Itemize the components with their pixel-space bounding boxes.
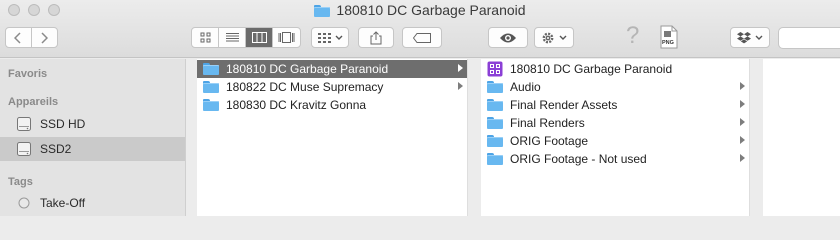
column-item[interactable]: 180830 DC Kravitz Gonna <box>197 96 467 114</box>
column-item[interactable]: Final Renders <box>481 114 749 132</box>
tag-circle-icon <box>18 197 30 209</box>
disk-icon <box>17 142 31 156</box>
eye-icon <box>500 33 516 42</box>
folder-icon <box>487 99 503 111</box>
sidebar-item-ssd-hd[interactable]: SSD HD <box>0 112 185 136</box>
sidebar-item-ssd2[interactable]: SSD2 <box>0 137 185 161</box>
sidebar-section-tags: Tags <box>8 176 33 188</box>
help-icon: ? <box>626 22 640 49</box>
folder-icon <box>487 135 503 147</box>
action-menu-button[interactable] <box>534 27 574 48</box>
sidebar-section-favoris: Favoris <box>8 68 48 80</box>
folder-icon <box>487 117 503 129</box>
navigation-buttons <box>5 27 58 48</box>
view-mode-control <box>191 27 301 48</box>
chevron-down-icon <box>335 35 342 40</box>
disclosure-arrow-icon <box>740 136 745 144</box>
column-item-label: Final Renders <box>510 116 585 130</box>
sidebar: Favoris Appareils SSD HD SSD2 Tags Take-… <box>0 59 186 216</box>
browser-column-3[interactable] <box>763 59 840 216</box>
sidebar-item-label: SSD HD <box>40 117 86 131</box>
gear-icon <box>542 32 554 43</box>
dropbox-icon <box>737 31 751 43</box>
chevron-right-icon <box>41 31 49 44</box>
quick-look-button[interactable] <box>488 27 528 48</box>
edit-tags-button[interactable] <box>402 27 442 48</box>
column-view-button[interactable] <box>246 28 273 47</box>
dropbox-menu-button[interactable] <box>730 27 770 48</box>
column-item-label: ORIG Footage <box>510 134 589 148</box>
column-item-label: 180830 DC Kravitz Gonna <box>226 98 367 112</box>
arrange-dropdown[interactable] <box>311 27 349 48</box>
browser-column-2: 180810 DC Garbage Paranoid Audio Final R… <box>481 59 750 216</box>
disclosure-arrow-icon <box>740 100 745 108</box>
folder-icon <box>487 153 503 165</box>
png-file-button[interactable]: PNG <box>660 25 678 49</box>
column-item[interactable]: Final Render Assets <box>481 96 749 114</box>
disclosure-arrow-icon <box>458 82 463 90</box>
help-button[interactable]: ? <box>626 22 639 50</box>
column-item-label: 180810 DC Garbage Paranoid <box>510 62 673 76</box>
folder-icon <box>487 81 503 93</box>
window-title: 180810 DC Garbage Paranoid <box>0 2 840 18</box>
icon-view-button[interactable] <box>192 28 219 47</box>
sidebar-item-label: Take-Off <box>40 196 86 210</box>
column-item-label: 180822 DC Muse Supremacy <box>226 80 384 94</box>
disk-icon <box>17 117 31 131</box>
arrange-grid-icon <box>317 32 331 43</box>
tag-icon <box>413 32 431 43</box>
forward-button[interactable] <box>32 28 57 47</box>
sidebar-item-take-off[interactable]: Take-Off <box>0 191 185 215</box>
column-item-label: Final Render Assets <box>510 98 618 112</box>
search-field[interactable] <box>778 27 840 49</box>
list-view-button[interactable] <box>219 28 246 47</box>
folder-icon <box>203 63 219 75</box>
column-item[interactable]: 180822 DC Muse Supremacy <box>197 78 467 96</box>
column-item[interactable]: ORIG Footage <box>481 132 749 150</box>
disclosure-arrow-icon <box>740 82 745 90</box>
folder-icon <box>314 5 331 17</box>
back-button[interactable] <box>6 28 32 47</box>
sidebar-item-label: SSD2 <box>40 142 72 156</box>
sidebar-section-appareils: Appareils <box>8 96 59 108</box>
gallery-view-button[interactable] <box>273 28 300 47</box>
column-item-label: Audio <box>510 80 541 94</box>
column-item[interactable]: ORIG Footage - Not used <box>481 150 749 168</box>
disclosure-arrow-icon <box>458 64 463 72</box>
chevron-down-icon <box>559 35 567 40</box>
disclosure-arrow-icon <box>740 154 745 162</box>
column-item[interactable]: Audio <box>481 78 749 96</box>
gallery-icon <box>278 32 295 43</box>
chevron-left-icon <box>14 31 21 44</box>
premiere-project-icon <box>487 61 503 77</box>
browser-column-1: 180810 DC Garbage Paranoid 180822 DC Mus… <box>197 59 468 216</box>
columns-icon <box>251 32 267 43</box>
chevron-down-icon <box>755 35 763 40</box>
share-icon <box>370 30 382 44</box>
toolbar: 180810 DC Garbage Paranoid ? PNG <box>0 0 840 58</box>
grid-icon <box>200 32 210 43</box>
column-item-label: ORIG Footage - Not used <box>510 152 647 166</box>
disclosure-arrow-icon <box>740 118 745 126</box>
list-icon <box>225 33 239 42</box>
folder-icon <box>203 81 219 93</box>
share-button[interactable] <box>358 27 394 48</box>
folder-icon <box>203 99 219 111</box>
column-item[interactable]: 180810 DC Garbage Paranoid <box>481 60 749 78</box>
column-item-label: 180810 DC Garbage Paranoid <box>226 62 389 76</box>
column-item[interactable]: 180810 DC Garbage Paranoid <box>197 60 467 78</box>
png-label: PNG <box>662 40 674 46</box>
